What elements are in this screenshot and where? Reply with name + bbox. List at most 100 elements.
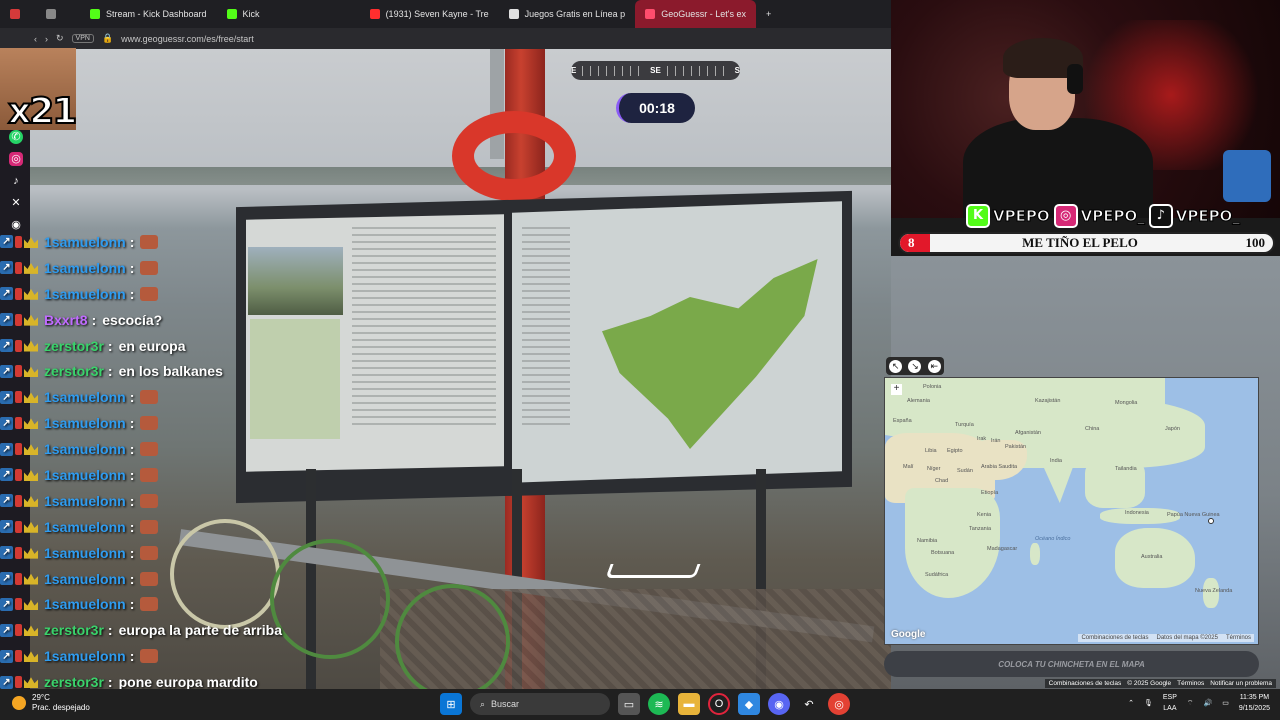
- language-indicator[interactable]: ESP LAA: [1163, 692, 1177, 714]
- badge-icon: [15, 235, 22, 248]
- chat-username[interactable]: Bxxrt8: [44, 312, 88, 328]
- social-handle-text: VPEPO: [993, 207, 1051, 226]
- page-icon: [508, 9, 519, 19]
- search-label: Buscar: [491, 699, 520, 709]
- taskbar-search[interactable]: ⌕ Buscar: [470, 693, 610, 715]
- zoom-in-button[interactable]: +: [891, 384, 902, 395]
- discord-icon[interactable]: ◉: [768, 693, 790, 715]
- whatsapp-icon: ✆: [9, 130, 23, 144]
- microphone-icon[interactable]: 🎙: [1144, 699, 1153, 707]
- reload-icon[interactable]: ↻: [56, 33, 64, 44]
- badge-icon: ↗: [0, 235, 13, 249]
- move-arrow-icon[interactable]: [605, 564, 701, 578]
- browser-tab-bar: Stream - Kick Dashboard Kick (1931) Seven …: [0, 0, 891, 28]
- google-logo: Google: [891, 629, 926, 640]
- chat-username[interactable]: 1samuelonn: [44, 519, 126, 535]
- spotify-icon[interactable]: ≋: [648, 693, 670, 715]
- weather-temp: 29°C: [32, 693, 50, 702]
- chat-username[interactable]: 1samuelonn: [44, 571, 126, 587]
- vpn-badge[interactable]: VPN: [71, 34, 94, 43]
- chevron-up-icon[interactable]: ⌃: [1128, 699, 1134, 707]
- footer-link[interactable]: Combinaciones de teclas: [1049, 680, 1122, 687]
- chat-username[interactable]: zerstor3r: [44, 363, 104, 379]
- chat-username[interactable]: 1samuelonn: [44, 467, 126, 483]
- map-footer-link[interactable]: Términos: [1226, 635, 1251, 641]
- map-footer-link[interactable]: Datos del mapa ©2025: [1157, 635, 1218, 641]
- browser-tab[interactable]: Juegos Gratis en Línea p: [499, 0, 636, 28]
- footer-link[interactable]: Notificar un problema: [1210, 680, 1272, 687]
- expand-map-icon[interactable]: ↖: [889, 359, 903, 373]
- new-tab-icon[interactable]: +: [756, 0, 781, 28]
- browser-tab[interactable]: [0, 0, 36, 28]
- weather-widget[interactable]: 29°C Prac. despejado: [12, 693, 90, 713]
- wifi-icon[interactable]: ⌔: [1187, 699, 1194, 708]
- chat-text: en europa: [118, 337, 186, 354]
- chat-message: ↗ 1samuelonn:: [0, 591, 300, 617]
- back-icon[interactable]: ‹: [34, 34, 37, 44]
- badge-icon: ↗: [0, 261, 13, 275]
- volume-icon[interactable]: 🔊: [1204, 699, 1213, 707]
- browser-tab[interactable]: [36, 0, 72, 28]
- chat-username[interactable]: 1samuelonn: [44, 260, 126, 276]
- stream-screen: Stream - Kick Dashboard Kick (1931) Seven …: [0, 0, 1280, 720]
- url-field[interactable]: www.geoguessr.com/es/free/start: [121, 34, 254, 44]
- guess-map[interactable]: + Google Combinaciones de teclas Datos de…: [884, 377, 1259, 645]
- chat-username[interactable]: zerstor3r: [44, 338, 104, 354]
- round-timer: 00:18: [616, 93, 695, 123]
- windows-icon[interactable]: ⊞: [440, 693, 462, 715]
- file-explorer-icon[interactable]: ▭: [618, 693, 640, 715]
- map-place-label: Océano Índico: [1035, 536, 1071, 542]
- chat-separator: :: [129, 492, 135, 509]
- chat-username[interactable]: 1samuelonn: [44, 234, 126, 250]
- chat-username[interactable]: 1samuelonn: [44, 441, 126, 457]
- language-code: ESP: [1162, 694, 1177, 701]
- opera-icon[interactable]: O: [708, 693, 730, 715]
- map-size-controls: ↖ ↘ ⇤: [886, 357, 944, 375]
- chat-message: ↗ 1samuelonn:: [0, 281, 300, 307]
- kick-icon: K: [966, 204, 990, 228]
- browser-tab[interactable]: Stream - Kick Dashboard: [80, 0, 217, 28]
- battery-icon[interactable]: ▭: [1222, 699, 1229, 707]
- chat-username[interactable]: 1samuelonn: [44, 286, 126, 302]
- pin-map-icon[interactable]: ⇤: [927, 359, 941, 373]
- chat-username[interactable]: 1samuelonn: [44, 389, 126, 405]
- social-handle-text: VPEPO_: [1080, 207, 1145, 226]
- chat-message: ↗ 1samuelonn:: [0, 410, 300, 436]
- badge-icon: [15, 624, 22, 637]
- instagram-icon: ◎: [9, 152, 23, 166]
- chat-username[interactable]: 1samuelonn: [44, 493, 126, 509]
- emote-icon: [140, 571, 159, 586]
- map-footer-link[interactable]: Combinaciones de teclas: [1081, 635, 1148, 641]
- folder-icon[interactable]: ▬: [678, 693, 700, 715]
- map-place-label: Chad: [935, 478, 949, 484]
- chat-username[interactable]: zerstor3r: [44, 622, 104, 638]
- kick-studio-icon[interactable]: ↶: [798, 693, 820, 715]
- place-pin-button[interactable]: COLOCA TU CHINCHETA EN EL MAPA: [884, 651, 1259, 677]
- map-place-label: Irak: [977, 436, 987, 442]
- footer-link[interactable]: Términos: [1177, 680, 1204, 687]
- chat-username[interactable]: 1samuelonn: [44, 596, 126, 612]
- crown-icon: [24, 263, 38, 274]
- badge-icon: ↗: [0, 623, 13, 637]
- map-place-label: Kazajistán: [1035, 398, 1061, 404]
- chat-username[interactable]: 1samuelonn: [44, 545, 126, 561]
- chat-separator: :: [107, 363, 113, 380]
- chrome-icon[interactable]: ◎: [828, 693, 850, 715]
- clock[interactable]: 11:35 PM 9/15/2025: [1239, 692, 1270, 714]
- browser-tab[interactable]: Kick: [217, 0, 270, 28]
- chat-username[interactable]: 1samuelonn: [44, 415, 126, 431]
- chat-message: ↗ zerstor3r: europa la parte de arriba: [0, 617, 300, 643]
- map-place-label: Namibia: [917, 538, 938, 544]
- forward-icon[interactable]: ›: [45, 34, 48, 44]
- map-place-label: Sudáfrica: [925, 572, 949, 578]
- chat-username[interactable]: zerstor3r: [44, 674, 104, 690]
- footer-link[interactable]: © 2025 Google: [1127, 680, 1171, 687]
- browser-tab[interactable]: (1931) Seven Kayne - Tre: [360, 0, 499, 28]
- donation-goal-bar: 8 ME TIÑO EL PELO 100: [898, 232, 1275, 254]
- chat-message: ↗ 1samuelonn:: [0, 462, 300, 488]
- browser-tab[interactable]: GeoGuessr - Let's ex: [635, 0, 756, 28]
- shrink-map-icon[interactable]: ↘: [908, 359, 922, 373]
- app-icon[interactable]: ◆: [738, 693, 760, 715]
- badge-icon: ↗: [0, 364, 13, 378]
- chat-username[interactable]: 1samuelonn: [44, 648, 126, 664]
